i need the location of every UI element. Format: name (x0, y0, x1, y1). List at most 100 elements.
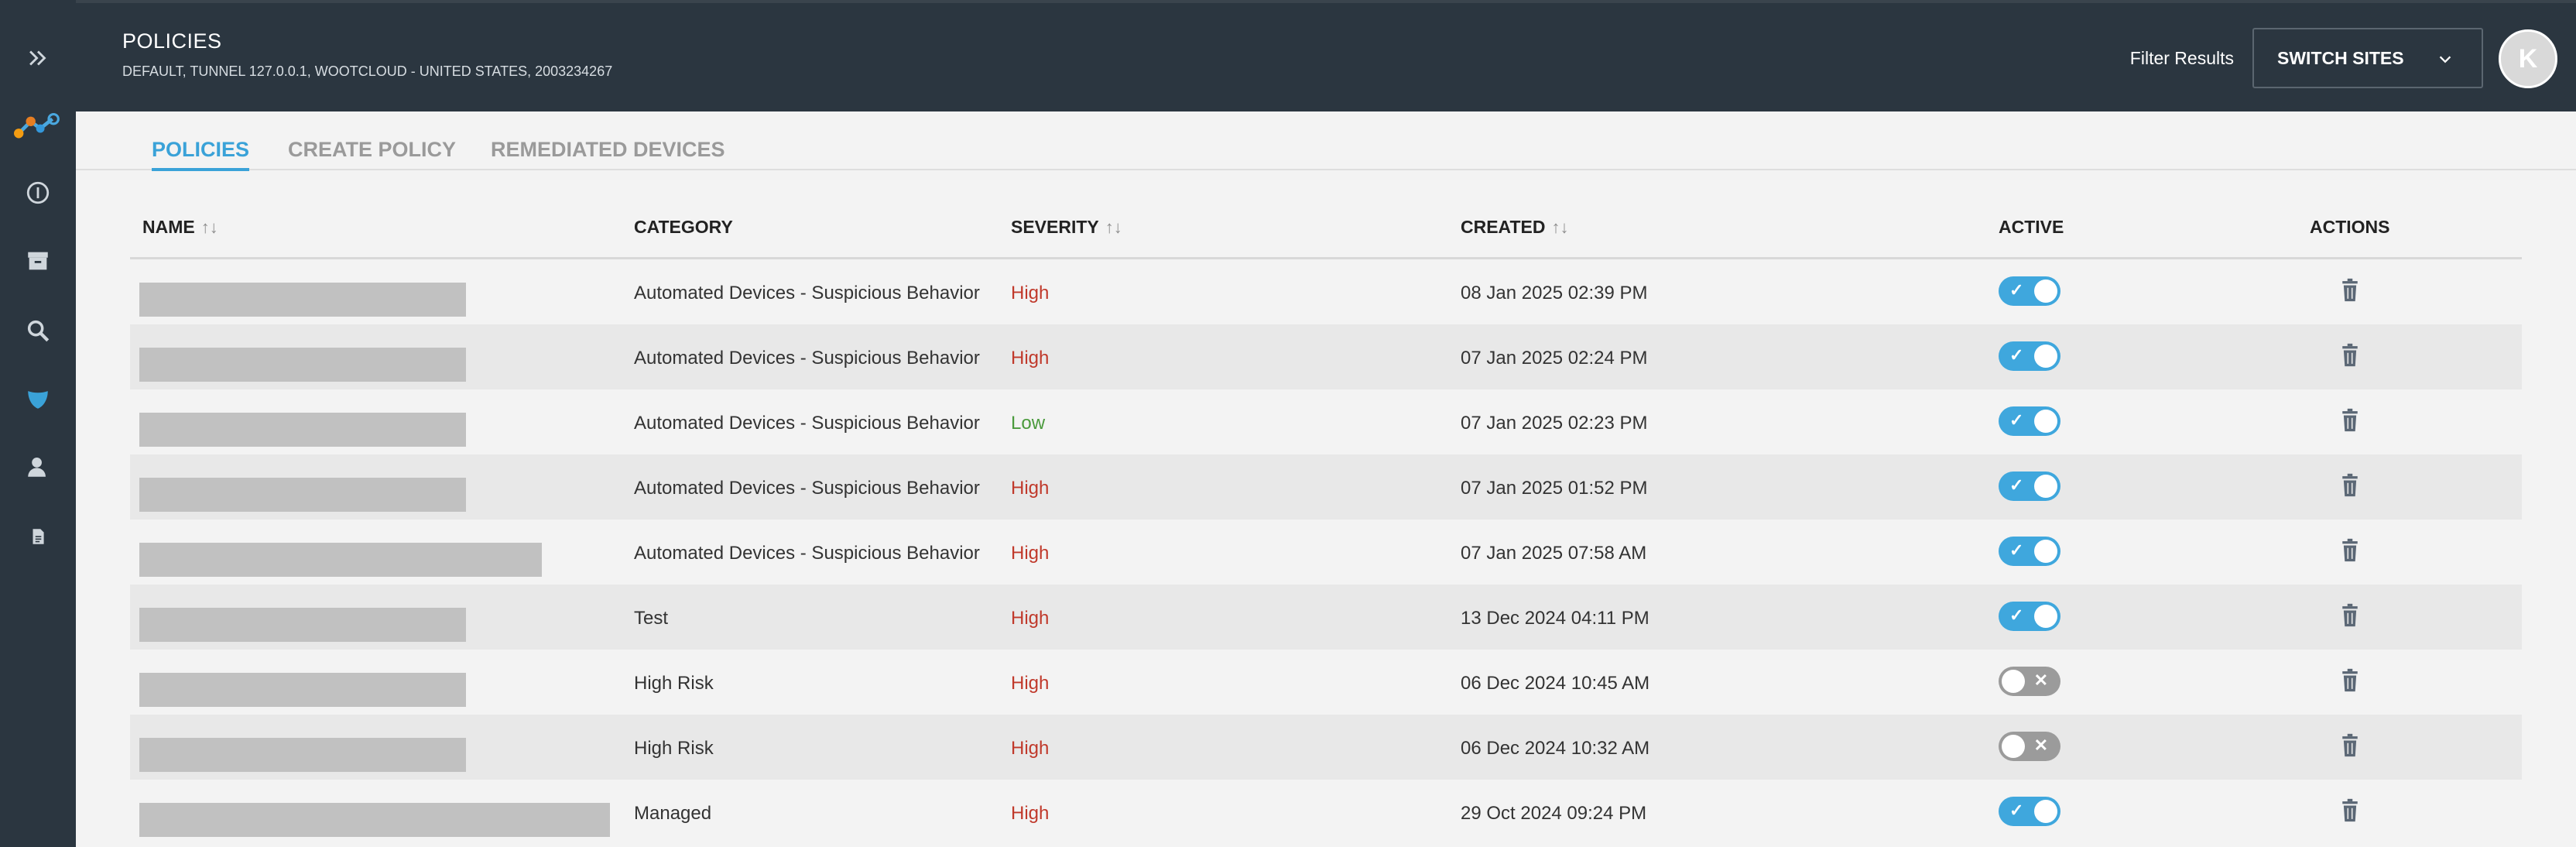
created-cell: 06 Dec 2024 10:45 AM (1461, 673, 1650, 694)
toggle-knob (2002, 670, 2025, 693)
category-cell: Test (634, 608, 669, 629)
column-header-created[interactable]: CREATED ↑↓ (1461, 217, 1568, 238)
active-toggle[interactable]: ✓ (1999, 406, 2060, 436)
severity-cell: High (1011, 673, 1050, 694)
table-row: Automated Devices - Suspicious Behavior … (130, 520, 2522, 585)
sidebar-item-archive[interactable] (0, 234, 76, 288)
severity-cell: High (1011, 608, 1050, 629)
top-bar: POLICIES DEFAULT, TUNNEL 127.0.0.1, WOOT… (76, 0, 2576, 111)
severity-cell: High (1011, 283, 1050, 303)
trash-icon[interactable] (2340, 668, 2360, 693)
redacted-policy-name[interactable] (139, 608, 466, 642)
category-cell: Automated Devices - Suspicious Behavior (634, 283, 980, 303)
redacted-policy-name[interactable] (139, 348, 466, 382)
page-title: POLICIES (122, 29, 222, 53)
sidebar-item-info[interactable] (0, 166, 76, 220)
trash-icon[interactable] (2340, 798, 2360, 823)
toggle-knob (2034, 605, 2057, 628)
redacted-policy-name[interactable] (139, 803, 610, 837)
sidebar (0, 0, 76, 847)
redacted-policy-name[interactable] (139, 543, 542, 577)
trash-icon[interactable] (2340, 538, 2360, 563)
toggle-knob (2034, 540, 2057, 563)
trash-icon[interactable] (2340, 603, 2360, 628)
severity-cell: High (1011, 543, 1050, 564)
sort-icon[interactable]: ↑↓ (201, 218, 218, 237)
created-cell: 07 Jan 2025 07:58 AM (1461, 543, 1647, 564)
created-cell: 29 Oct 2024 09:24 PM (1461, 803, 1647, 824)
policies-table: NAME ↑↓ CATEGORY SEVERITY ↑↓ CREATED ↑↓ ACT… (130, 204, 2522, 845)
chevron-down-icon (2439, 56, 2451, 63)
severity-cell: High (1011, 348, 1050, 369)
sort-icon[interactable]: ↑↓ (1105, 218, 1122, 237)
created-cell: 07 Jan 2025 01:52 PM (1461, 478, 1648, 499)
table-row: Managed High 29 Oct 2024 09:24 PM ✓ (130, 780, 2522, 845)
category-cell: High Risk (634, 738, 714, 759)
active-toggle[interactable]: ✕ (1999, 667, 2060, 696)
redacted-policy-name[interactable] (139, 283, 466, 317)
trash-icon[interactable] (2340, 278, 2360, 303)
severity-cell: High (1011, 803, 1050, 824)
column-header-name[interactable]: NAME ↑↓ (142, 217, 218, 238)
toggle-state-icon: ✓ (2009, 280, 2024, 300)
active-toggle[interactable]: ✓ (1999, 537, 2060, 566)
column-header-severity[interactable]: SEVERITY ↑↓ (1011, 217, 1122, 238)
active-toggle[interactable]: ✕ (1999, 732, 2060, 761)
trash-icon[interactable] (2340, 473, 2360, 498)
toggle-state-icon: ✓ (2009, 801, 2024, 820)
toggle-knob (2034, 345, 2057, 368)
created-cell: 13 Dec 2024 04:11 PM (1461, 608, 1649, 629)
tab-remediated-devices[interactable]: REMEDIATED DEVICES (491, 138, 725, 168)
trash-icon[interactable] (2340, 343, 2360, 368)
expand-sidebar-button[interactable] (0, 31, 76, 85)
tab-bar: POLICIES CREATE POLICY REMEDIATED DEVICE… (76, 111, 2576, 171)
table-row: Automated Devices - Suspicious Behavior … (130, 454, 2522, 520)
active-toggle[interactable]: ✓ (1999, 797, 2060, 826)
redacted-policy-name[interactable] (139, 478, 466, 512)
created-cell: 06 Dec 2024 10:32 AM (1461, 738, 1650, 759)
category-cell: Managed (634, 803, 712, 824)
logo-button[interactable] (0, 99, 76, 153)
category-cell: Automated Devices - Suspicious Behavior (634, 543, 980, 564)
column-header-active: ACTIVE (1999, 217, 2064, 237)
category-cell: Automated Devices - Suspicious Behavior (634, 348, 980, 369)
toggle-state-icon: ✓ (2009, 475, 2024, 495)
category-cell: High Risk (634, 673, 714, 694)
avatar[interactable]: K (2499, 29, 2557, 88)
active-toggle[interactable]: ✓ (1999, 276, 2060, 306)
sidebar-item-search[interactable] (0, 303, 76, 358)
created-cell: 08 Jan 2025 02:39 PM (1461, 283, 1648, 303)
shield-icon (28, 391, 48, 409)
redacted-policy-name[interactable] (139, 673, 466, 707)
redacted-policy-name[interactable] (139, 413, 466, 447)
severity-cell: High (1011, 478, 1050, 499)
created-cell: 07 Jan 2025 02:23 PM (1461, 413, 1648, 434)
category-cell: Automated Devices - Suspicious Behavior (634, 478, 980, 499)
toggle-knob (2002, 735, 2025, 758)
sidebar-item-users[interactable] (0, 440, 76, 494)
tab-create-policy[interactable]: CREATE POLICY (288, 138, 456, 168)
info-icon (26, 181, 50, 204)
sidebar-item-reports[interactable] (0, 509, 76, 564)
table-body: Automated Devices - Suspicious Behavior … (130, 259, 2522, 845)
category-cell: Automated Devices - Suspicious Behavior (634, 413, 980, 434)
redacted-policy-name[interactable] (139, 738, 466, 772)
filter-results-link[interactable]: Filter Results (2130, 48, 2234, 69)
switch-sites-dropdown[interactable]: SWITCH SITES (2252, 28, 2483, 88)
sidebar-item-policies[interactable] (0, 372, 76, 426)
sort-icon[interactable]: ↑↓ (1551, 218, 1568, 237)
search-icon (27, 320, 50, 342)
active-toggle[interactable]: ✓ (1999, 341, 2060, 371)
toggle-knob (2034, 410, 2057, 433)
active-toggle[interactable]: ✓ (1999, 472, 2060, 501)
archive-icon (28, 252, 48, 270)
toggle-state-icon: ✕ (2033, 736, 2048, 755)
trash-icon[interactable] (2340, 408, 2360, 433)
toggle-state-icon: ✓ (2009, 345, 2024, 365)
active-toggle[interactable]: ✓ (1999, 602, 2060, 631)
document-icon (33, 529, 44, 544)
toggle-state-icon: ✓ (2009, 540, 2024, 560)
tab-policies[interactable]: POLICIES (152, 138, 250, 171)
trash-icon[interactable] (2340, 733, 2360, 758)
user-icon (28, 457, 46, 477)
